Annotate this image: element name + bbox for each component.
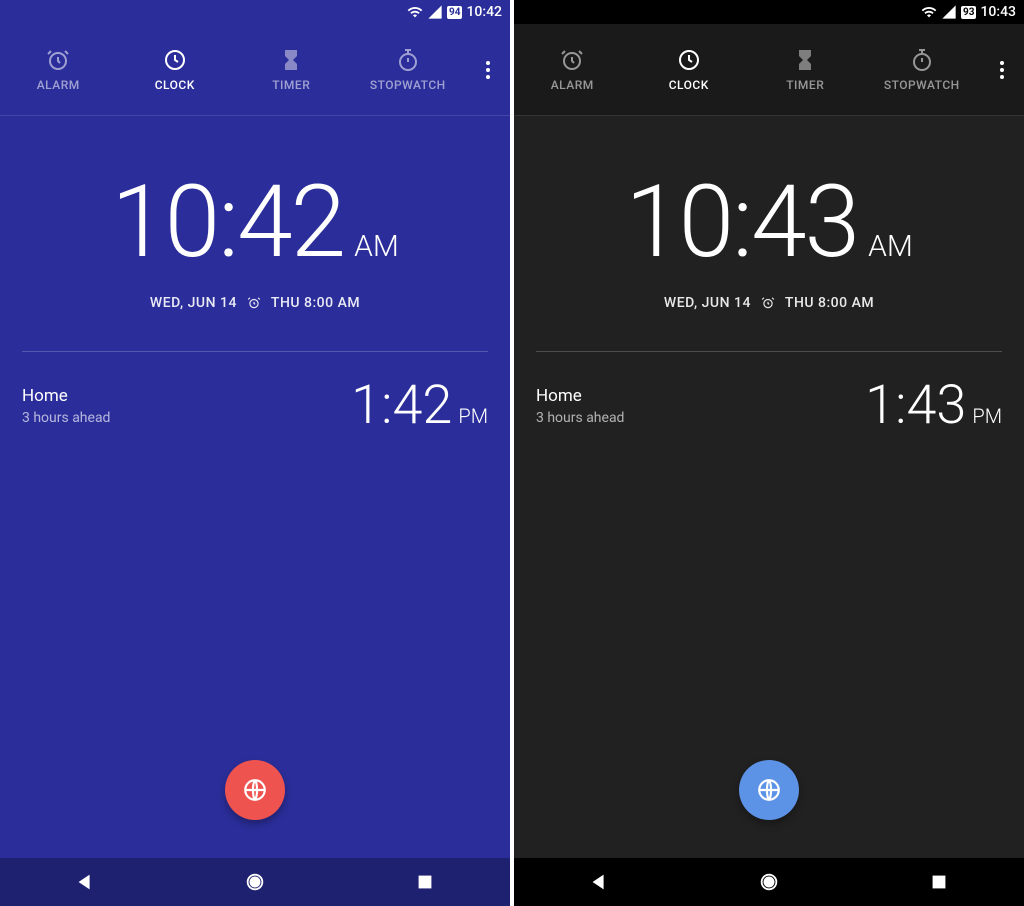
clock-content: 10:43 AM WED, JUN 14 THU 8:00 AM Home 3 … [514, 116, 1024, 858]
globe-icon [756, 777, 782, 803]
status-bar: 93 10:43 [514, 0, 1024, 24]
tab-label: ALARM [551, 78, 594, 92]
navigation-bar [514, 858, 1024, 906]
tab-label: CLOCK [155, 78, 195, 92]
tab-alarm[interactable]: ALARM [514, 24, 631, 115]
tabs: ALARM CLOCK TIMER STOPWATCH [0, 24, 466, 115]
secondary-clock: 1:43 PM [865, 374, 1002, 437]
screen-dark: 93 10:43 ALARM CLOCK TIMER STOPWATCH [514, 0, 1024, 906]
current-date: WED, JUN 14 [150, 295, 237, 311]
tab-label: TIMER [272, 78, 310, 92]
add-world-clock-fab[interactable] [225, 760, 285, 820]
wifi-icon [407, 4, 423, 20]
main-ampm: AM [868, 229, 913, 264]
navigation-bar [0, 858, 510, 906]
clock-icon [163, 48, 187, 72]
main-clock: 10:42 AM [111, 164, 399, 281]
tab-bar: ALARM CLOCK TIMER STOPWATCH [514, 24, 1024, 116]
divider [22, 351, 488, 352]
main-ampm: AM [354, 229, 399, 264]
secondary-clock: 1:42 PM [351, 374, 488, 437]
tab-label: STOPWATCH [370, 78, 446, 92]
more-vert-icon [1000, 61, 1004, 79]
signal-icon [427, 4, 443, 20]
more-vert-icon [486, 61, 490, 79]
tab-alarm[interactable]: ALARM [0, 24, 117, 115]
stopwatch-icon [910, 48, 934, 72]
tab-label: CLOCK [669, 78, 709, 92]
date-line: WED, JUN 14 THU 8:00 AM [150, 295, 360, 311]
location-name: Home [22, 386, 110, 406]
tab-timer[interactable]: TIMER [233, 24, 350, 115]
tab-timer[interactable]: TIMER [747, 24, 864, 115]
home-button[interactable] [225, 858, 285, 906]
tab-stopwatch[interactable]: STOPWATCH [350, 24, 467, 115]
battery-badge: 93 [961, 6, 976, 19]
location-info: Home 3 hours ahead [22, 386, 110, 426]
recents-button[interactable] [909, 858, 969, 906]
current-date: WED, JUN 14 [664, 295, 751, 311]
location-offset: 3 hours ahead [22, 410, 110, 426]
overflow-menu[interactable] [466, 24, 510, 115]
secondary-ampm: PM [458, 404, 488, 428]
location-info: Home 3 hours ahead [536, 386, 624, 426]
tab-label: STOPWATCH [884, 78, 960, 92]
secondary-time: 1:42 [351, 374, 452, 437]
tabs: ALARM CLOCK TIMER STOPWATCH [514, 24, 980, 115]
back-button[interactable] [569, 858, 629, 906]
location-offset: 3 hours ahead [536, 410, 624, 426]
statusbar-time: 10:43 [980, 4, 1016, 20]
add-world-clock-fab[interactable] [739, 760, 799, 820]
tab-label: ALARM [37, 78, 80, 92]
alarm-icon [247, 296, 261, 310]
status-bar: 94 10:42 [0, 0, 510, 24]
world-clock-row[interactable]: Home 3 hours ahead 1:43 PM [536, 374, 1002, 437]
recents-button[interactable] [395, 858, 455, 906]
clock-content: 10:42 AM WED, JUN 14 THU 8:00 AM Home 3 … [0, 116, 510, 858]
secondary-time: 1:43 [865, 374, 966, 437]
battery-badge: 94 [447, 6, 462, 19]
tab-bar: ALARM CLOCK TIMER STOPWATCH [0, 24, 510, 116]
tab-stopwatch[interactable]: STOPWATCH [864, 24, 981, 115]
hourglass-icon [793, 48, 817, 72]
tab-clock[interactable]: CLOCK [631, 24, 748, 115]
location-name: Home [536, 386, 624, 406]
wifi-icon [921, 4, 937, 20]
overflow-menu[interactable] [980, 24, 1024, 115]
next-alarm: THU 8:00 AM [785, 295, 874, 311]
secondary-ampm: PM [972, 404, 1002, 428]
alarm-icon [761, 296, 775, 310]
screen-light: 94 10:42 ALARM CLOCK TIMER STOPWATCH [0, 0, 510, 906]
hourglass-icon [279, 48, 303, 72]
tab-clock[interactable]: CLOCK [117, 24, 234, 115]
main-clock: 10:43 AM [625, 164, 913, 281]
world-clock-row[interactable]: Home 3 hours ahead 1:42 PM [22, 374, 488, 437]
stopwatch-icon [396, 48, 420, 72]
clock-icon [677, 48, 701, 72]
back-button[interactable] [55, 858, 115, 906]
date-line: WED, JUN 14 THU 8:00 AM [664, 295, 874, 311]
alarm-icon [560, 48, 584, 72]
main-time: 10:43 [625, 164, 858, 281]
next-alarm: THU 8:00 AM [271, 295, 360, 311]
signal-icon [941, 4, 957, 20]
alarm-icon [46, 48, 70, 72]
globe-icon [242, 777, 268, 803]
main-time: 10:42 [111, 164, 344, 281]
tab-label: TIMER [786, 78, 824, 92]
divider [536, 351, 1002, 352]
home-button[interactable] [739, 858, 799, 906]
statusbar-time: 10:42 [466, 4, 502, 20]
